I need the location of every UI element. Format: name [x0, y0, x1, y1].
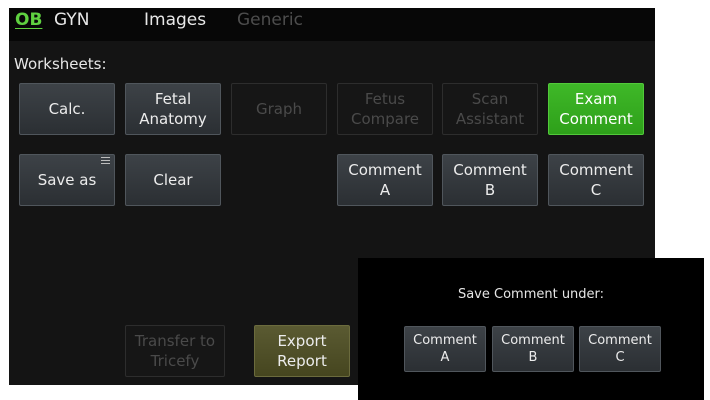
save-comment-dialog: Save Comment under: Comment A Comment B … [358, 258, 704, 400]
dialog-comment-b-label: Comment B [501, 333, 565, 365]
transfer-tricefy-label: Transfer to Tricefy [134, 332, 216, 370]
export-report-label: Export Report [277, 332, 327, 370]
comment-c-button[interactable]: Comment C [548, 154, 644, 206]
exam-comment-button[interactable]: Exam Comment [548, 83, 644, 135]
tab-images[interactable]: Images [144, 10, 206, 30]
tab-generic: Generic [237, 10, 303, 30]
comment-c-label: Comment C [559, 161, 633, 199]
export-report-button[interactable]: Export Report [254, 325, 350, 377]
clear-label: Clear [153, 171, 193, 189]
menu-icon [101, 157, 110, 164]
graph-label: Graph [255, 100, 302, 118]
dialog-comment-c-button[interactable]: Comment C [579, 326, 661, 372]
comment-a-label: Comment A [348, 161, 422, 199]
dialog-comment-c-label: Comment C [588, 333, 652, 365]
fetal-anatomy-button[interactable]: Fetal Anatomy [125, 83, 221, 135]
graph-button: Graph [231, 83, 327, 135]
comment-a-button[interactable]: Comment A [337, 154, 433, 206]
calc-label: Calc. [48, 100, 86, 118]
exam-comment-label: Exam Comment [559, 90, 633, 128]
calc-button[interactable]: Calc. [19, 83, 115, 135]
dialog-comment-b-button[interactable]: Comment B [492, 326, 574, 372]
save-as-button[interactable]: Save as [19, 154, 115, 206]
comment-b-button[interactable]: Comment B [442, 154, 538, 206]
dialog-comment-a-label: Comment A [413, 333, 477, 365]
comment-b-label: Comment B [453, 161, 527, 199]
dialog-comment-a-button[interactable]: Comment A [404, 326, 486, 372]
tab-gyn[interactable]: GYN [54, 10, 89, 30]
fetal-anatomy-label: Fetal Anatomy [139, 90, 207, 128]
save-as-label: Save as [37, 171, 97, 189]
dialog-title: Save Comment under: [457, 287, 605, 302]
clear-button[interactable]: Clear [125, 154, 221, 206]
scan-assistant-label: Scan Assistant [455, 90, 525, 128]
scan-assistant-button: Scan Assistant [442, 83, 538, 135]
fetus-compare-label: Fetus Compare [350, 90, 420, 128]
fetus-compare-button: Fetus Compare [337, 83, 433, 135]
tab-bar: OB GYN Images Generic [9, 8, 655, 41]
tab-ob[interactable]: OB [15, 10, 42, 30]
transfer-tricefy-button: Transfer to Tricefy [125, 325, 225, 377]
worksheets-label: Worksheets: [14, 55, 107, 73]
